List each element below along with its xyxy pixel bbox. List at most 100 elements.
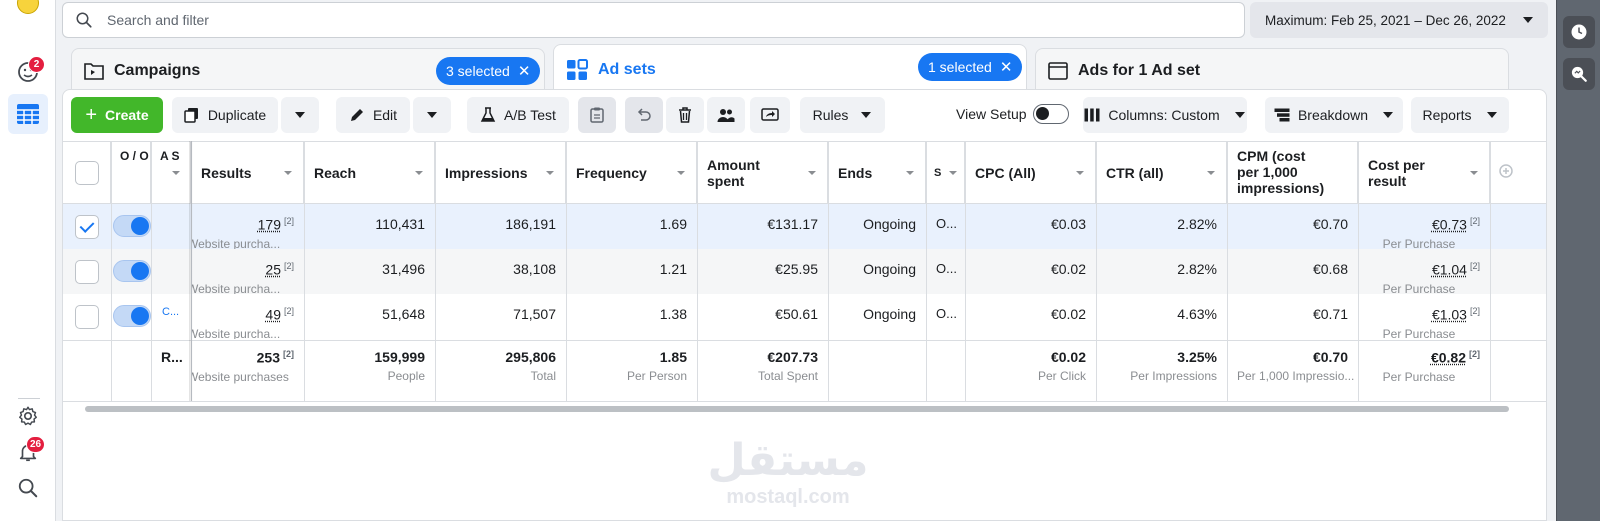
row-on-off-toggle[interactable] bbox=[113, 305, 151, 327]
undo-button[interactable] bbox=[625, 97, 663, 133]
table-row[interactable]: C... 49 [2] Website purcha... 51,648 71,50… bbox=[63, 294, 1546, 341]
duplicate-dropdown-button[interactable] bbox=[281, 97, 319, 133]
row-checkbox[interactable] bbox=[75, 215, 99, 239]
watermark-latin: mostaql.com bbox=[726, 486, 850, 508]
search-icon bbox=[18, 478, 38, 498]
clear-ad-sets-selection-icon[interactable]: ✕ bbox=[1000, 58, 1013, 76]
ab-test-button[interactable]: A/B Test bbox=[467, 97, 569, 133]
column-header-amount-spent[interactable]: Amount spent bbox=[697, 142, 828, 204]
ad-sets-selected-pill[interactable]: 1 selected ✕ bbox=[918, 53, 1023, 81]
cost-per-result-cell: €1.03 [2] Per Purchase bbox=[1382, 306, 1480, 341]
row-checkbox[interactable] bbox=[75, 305, 99, 329]
ad-set-name[interactable]: C... bbox=[162, 294, 179, 339]
frequency-cell: 1.21 bbox=[659, 261, 687, 277]
duplicate-button[interactable]: Duplicate bbox=[172, 97, 278, 133]
column-header-impressions[interactable]: Impressions bbox=[435, 142, 566, 204]
caret-down-icon bbox=[1523, 17, 1533, 23]
search-button[interactable] bbox=[8, 468, 48, 508]
delete-button[interactable] bbox=[666, 97, 704, 133]
cost-per-result-cell: €0.73 [2] Per Purchase bbox=[1382, 216, 1480, 251]
reports-button[interactable]: Reports bbox=[1411, 97, 1509, 133]
ads-manager-table-button[interactable] bbox=[8, 94, 48, 134]
clear-campaigns-selection-icon[interactable]: ✕ bbox=[518, 62, 531, 80]
settings-button[interactable] bbox=[8, 396, 48, 436]
search-input[interactable] bbox=[107, 12, 1007, 28]
notifications-button[interactable]: 2 bbox=[8, 52, 48, 92]
table-row[interactable]: 179 [2] Website purcha... 110,431 186,191 … bbox=[63, 204, 1546, 251]
ctr-cell: 2.82% bbox=[1177, 261, 1217, 277]
column-header-reach[interactable]: Reach bbox=[304, 142, 435, 204]
row-on-off-toggle[interactable] bbox=[113, 215, 151, 237]
pencil-icon bbox=[350, 109, 363, 121]
caret-down-icon bbox=[427, 112, 437, 118]
sort-caret-icon bbox=[546, 171, 554, 175]
inspect-button[interactable] bbox=[1563, 58, 1595, 90]
column-header-results[interactable]: Results bbox=[191, 142, 304, 204]
column-header-ends[interactable]: Ends bbox=[828, 142, 926, 204]
duplicate-icon bbox=[184, 108, 198, 123]
watermark-arabic: مستقل bbox=[707, 435, 869, 486]
share-preview-button[interactable] bbox=[750, 97, 790, 133]
beaker-icon bbox=[480, 107, 496, 122]
cpm-cell: €0.70 bbox=[1312, 216, 1348, 232]
add-column-icon[interactable] bbox=[1499, 164, 1513, 181]
date-range-picker[interactable]: Maximum: Feb 25, 2021 – Dec 26, 2022 bbox=[1250, 2, 1548, 38]
notifications-badge: 2 bbox=[28, 56, 45, 73]
plus-icon: + bbox=[85, 103, 98, 126]
column-header-ctr[interactable]: CTR (all) bbox=[1096, 142, 1227, 204]
right-rail bbox=[1556, 0, 1600, 521]
sort-caret-icon bbox=[906, 171, 914, 175]
zoom-search-icon bbox=[1571, 66, 1587, 82]
caret-down-icon bbox=[1234, 112, 1245, 118]
campaigns-selected-pill[interactable]: 3 selected ✕ bbox=[436, 57, 541, 85]
amount-spent-cell: €50.61 bbox=[775, 306, 818, 322]
cpm-cell: €0.68 bbox=[1312, 261, 1348, 277]
tab-campaigns-label: Campaigns bbox=[114, 61, 201, 79]
sort-caret-icon bbox=[677, 171, 685, 175]
search-icon bbox=[76, 12, 92, 28]
tab-ads-label: Ads for 1 Ad set bbox=[1078, 61, 1201, 79]
column-header-ad-set[interactable]: A S bbox=[151, 142, 191, 204]
column-divider bbox=[926, 141, 927, 401]
ad-sets-panel: + Create Duplicate Edit A/B Test Rules V… bbox=[62, 89, 1547, 521]
row-on-off-toggle[interactable] bbox=[113, 260, 151, 282]
totals-frequency: 1.85 Per Person bbox=[626, 349, 687, 383]
audience-button[interactable] bbox=[707, 97, 745, 133]
view-setup-toggle[interactable] bbox=[1033, 104, 1069, 124]
row-checkbox[interactable] bbox=[75, 260, 99, 284]
impressions-cell: 71,507 bbox=[513, 306, 556, 322]
column-header-cpm[interactable]: CPM (cost per 1,000 impressions) bbox=[1227, 142, 1358, 204]
tab-campaigns[interactable]: Campaigns 3 selected ✕ bbox=[71, 48, 545, 92]
select-all-checkbox[interactable] bbox=[75, 161, 99, 185]
search-and-filter-bar[interactable] bbox=[62, 2, 1245, 38]
amount-spent-cell: €25.95 bbox=[775, 261, 818, 277]
alerts-button[interactable]: 26 bbox=[8, 432, 48, 472]
column-divider bbox=[697, 141, 698, 401]
breakdown-icon bbox=[1274, 108, 1290, 122]
table-grid-icon bbox=[17, 104, 39, 124]
table-row[interactable]: 25 [2] Website purcha... 31,496 38,108 1.2… bbox=[63, 249, 1546, 296]
horizontal-scrollbar[interactable] bbox=[85, 406, 1509, 412]
column-header-cost-per-result[interactable]: Cost per result bbox=[1358, 142, 1490, 204]
account-avatar[interactable] bbox=[17, 0, 39, 14]
column-header-s[interactable]: S bbox=[926, 142, 965, 204]
results-cell: 25 [2] Website purcha... bbox=[191, 261, 294, 294]
column-header-frequency[interactable]: Frequency bbox=[566, 142, 697, 204]
clipboard-button[interactable] bbox=[578, 97, 616, 133]
create-button[interactable]: + Create bbox=[71, 97, 163, 133]
breakdown-button[interactable]: Breakdown bbox=[1265, 97, 1403, 133]
rules-button[interactable]: Rules bbox=[800, 97, 885, 133]
history-button[interactable] bbox=[1563, 16, 1595, 48]
edit-dropdown-button[interactable] bbox=[413, 97, 451, 133]
tab-ad-sets[interactable]: Ad sets 1 selected ✕ bbox=[553, 44, 1027, 94]
column-divider bbox=[965, 141, 966, 401]
edit-button[interactable]: Edit bbox=[336, 97, 410, 133]
tab-ads[interactable]: Ads for 1 Ad set bbox=[1035, 48, 1509, 92]
totals-cpc: €0.02 Per Click bbox=[1037, 349, 1086, 383]
impressions-cell: 186,191 bbox=[505, 216, 556, 232]
column-header-cpc[interactable]: CPC (All) bbox=[965, 142, 1096, 204]
columns-button[interactable]: Columns: Custom bbox=[1083, 97, 1247, 133]
frequency-cell: 1.38 bbox=[659, 306, 687, 322]
column-header-off-on[interactable]: O / O bbox=[111, 142, 151, 204]
sort-caret-icon bbox=[172, 171, 180, 175]
